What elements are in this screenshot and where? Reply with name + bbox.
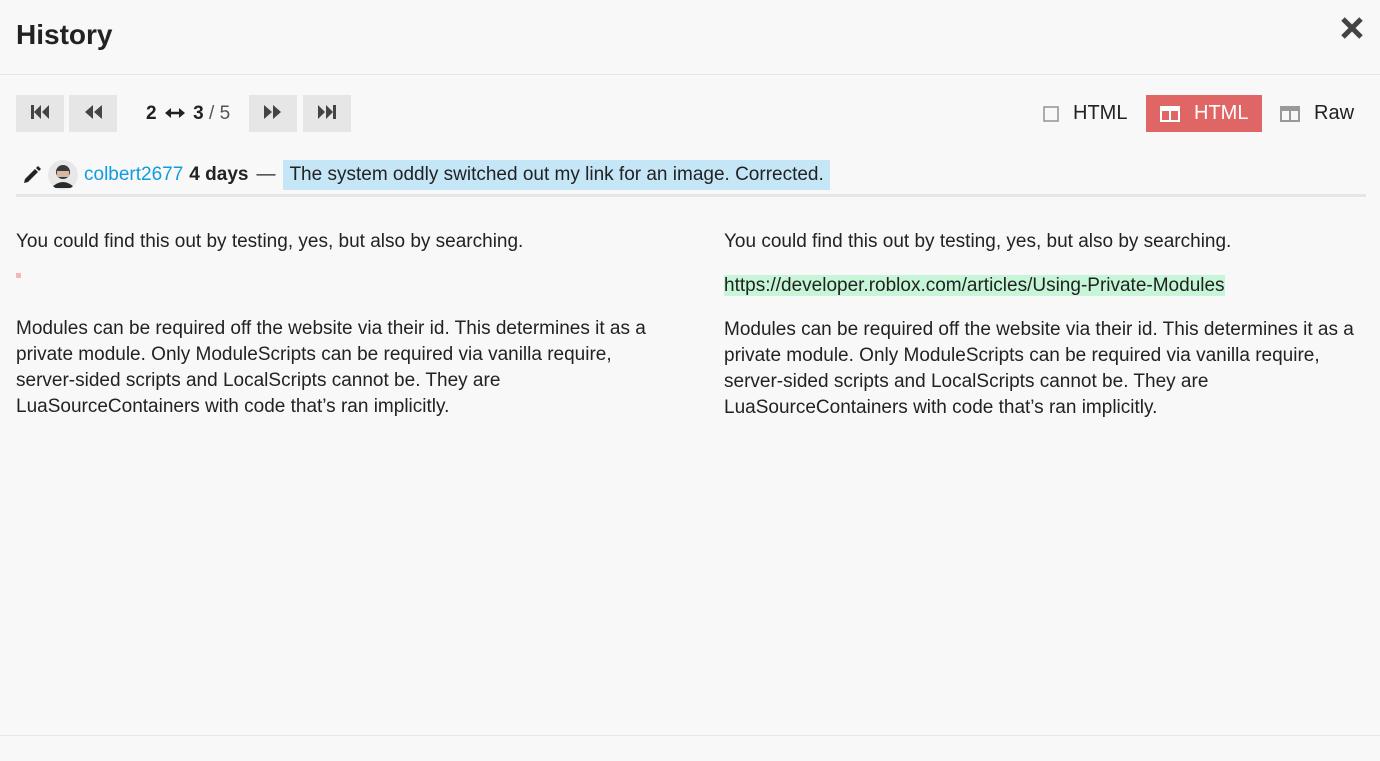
left-paragraph-2: Modules can be required off the website … (16, 318, 646, 417)
revision-age: 4 days (189, 164, 249, 185)
rewind-icon (83, 104, 103, 123)
fast-forward-icon (263, 104, 283, 123)
next-revision-button[interactable] (249, 95, 297, 132)
left-paragraph-1: You could find this out by testing, yes,… (16, 231, 524, 252)
revision-numbers: 2 3 / 5 (146, 95, 230, 132)
revision-separator: / (209, 103, 215, 124)
last-revision-button[interactable] (303, 95, 351, 132)
to-revision: 3 (193, 103, 204, 124)
skip-to-last-icon (317, 104, 337, 123)
square-icon (1043, 105, 1059, 122)
modal-title: History (16, 19, 113, 50)
side-by-side-html-mode-button[interactable]: HTML (1146, 95, 1263, 132)
history-modal: History 2 3 / 5 HTML HTML Raw colbert267… (0, 0, 1380, 761)
em-dash: — (256, 164, 276, 185)
username-link[interactable]: colbert2677 (84, 164, 183, 186)
skip-to-first-icon (30, 104, 50, 123)
close-icon[interactable] (1336, 12, 1368, 44)
columns-icon (1280, 105, 1300, 122)
side-by-side-raw-label: Raw (1314, 102, 1355, 124)
inserted-link[interactable]: https://developer.roblox.com/articles/Us… (724, 275, 1225, 296)
from-revision: 2 (146, 103, 157, 124)
inline-html-label: HTML (1073, 102, 1128, 124)
diff-left-column: You could find this out by testing, yes,… (16, 229, 658, 438)
revision-details: colbert2677 4 days — The system oddly sw… (16, 156, 1366, 197)
modal-footer (0, 735, 1380, 761)
close-button[interactable] (1336, 12, 1368, 44)
total-revisions: 5 (219, 103, 231, 124)
side-by-side-raw-mode-button[interactable]: Raw (1280, 95, 1354, 132)
side-by-side-html-label: HTML (1194, 102, 1249, 124)
modal-header: History (0, 0, 1380, 75)
revision-controls: 2 3 / 5 HTML HTML Raw (16, 95, 1366, 132)
removed-image-marker (16, 273, 21, 278)
previous-revision-button[interactable] (69, 95, 117, 132)
columns-icon (1160, 105, 1180, 122)
inline-html-mode-button[interactable]: HTML (1043, 95, 1127, 132)
avatar[interactable] (48, 160, 78, 190)
edit-reason: The system oddly switched out my link fo… (283, 160, 830, 190)
right-paragraph-1: You could find this out by testing, yes,… (724, 231, 1232, 252)
pencil-icon (22, 165, 42, 185)
diff-right-column: You could find this out by testing, yes,… (724, 229, 1366, 439)
first-revision-button[interactable] (16, 95, 64, 132)
left-right-arrow-icon (164, 95, 185, 132)
right-paragraph-2: Modules can be required off the website … (724, 319, 1354, 418)
